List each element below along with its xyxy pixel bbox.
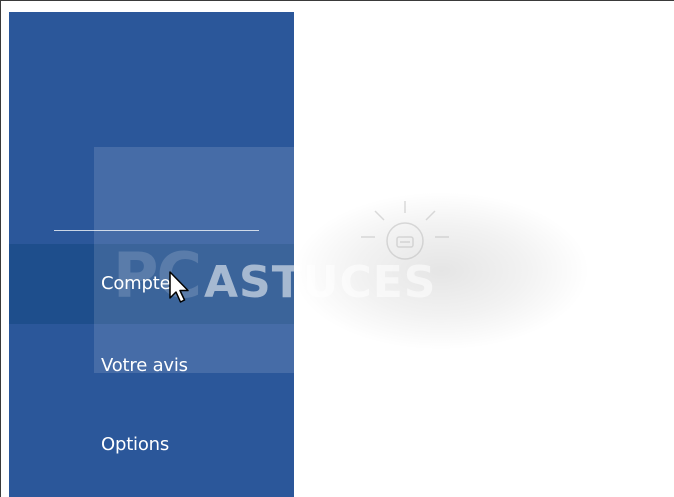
app-window: Compte Votre avis Options PCASTUCES xyxy=(0,0,674,497)
menu-item-votre-avis[interactable]: Votre avis xyxy=(9,326,294,406)
menu-item-compte[interactable]: Compte xyxy=(9,244,294,324)
menu-separator xyxy=(54,230,259,231)
lightbulb-icon xyxy=(361,201,449,260)
menu-item-options[interactable]: Options xyxy=(9,405,294,485)
backstage-sidebar: Compte Votre avis Options xyxy=(9,12,294,497)
watermark-glow xyxy=(291,191,591,351)
